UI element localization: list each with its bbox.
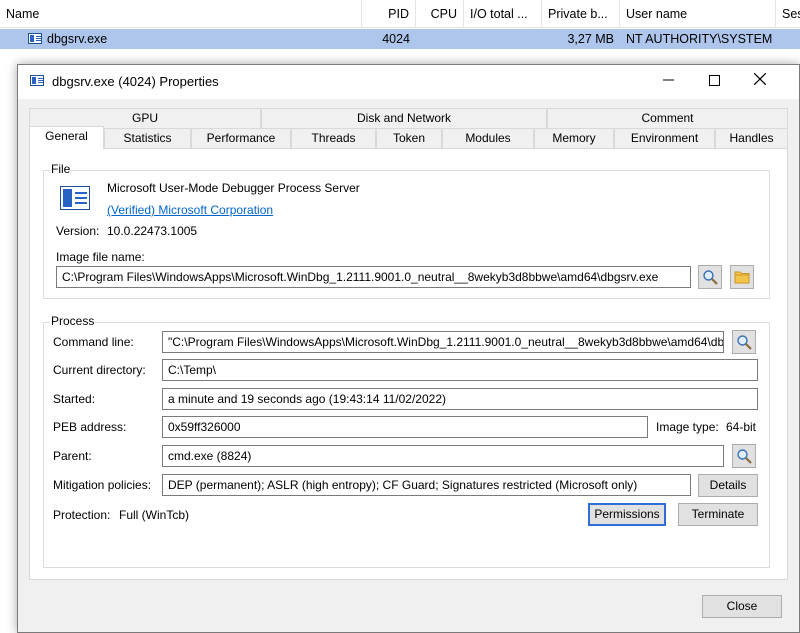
process-user-name: NT AUTHORITY\SYSTEM bbox=[626, 32, 773, 46]
version-label: Version: bbox=[56, 224, 100, 238]
search-parent-button[interactable] bbox=[732, 444, 756, 468]
process-name: dbgsrv.exe bbox=[47, 32, 108, 46]
image-type-label: Image type: bbox=[656, 420, 719, 434]
company-link[interactable]: (Verified) Microsoft Corporation bbox=[107, 203, 273, 217]
tab-disk-and-network[interactable]: Disk and Network bbox=[261, 108, 547, 128]
application-icon bbox=[28, 33, 42, 44]
search-image-button[interactable] bbox=[698, 265, 722, 289]
protection-value: Full (WinTcb) bbox=[119, 508, 190, 522]
parent-label: Parent: bbox=[53, 449, 92, 463]
dialog-title: dbgsrv.exe (4024) Properties bbox=[52, 74, 219, 89]
open-folder-button[interactable] bbox=[730, 265, 754, 289]
mitigation-policies-label: Mitigation policies: bbox=[53, 478, 152, 492]
close-button[interactable]: Close bbox=[702, 595, 782, 618]
version-value: 10.0.22473.1005 bbox=[107, 224, 198, 238]
close-icon bbox=[753, 72, 767, 86]
protection-label: Protection: bbox=[53, 508, 111, 522]
search-command-line-button[interactable] bbox=[732, 330, 756, 354]
command-line-field[interactable]: "C:\Program Files\WindowsApps\Microsoft.… bbox=[162, 331, 724, 353]
process-list-header: Name PID CPU I/O total ... Private b... … bbox=[0, 0, 800, 28]
maximize-button[interactable] bbox=[691, 65, 737, 99]
started-label: Started: bbox=[53, 392, 96, 406]
tab-performance[interactable]: Performance bbox=[191, 128, 291, 148]
column-header-cpu[interactable]: CPU bbox=[416, 0, 464, 28]
tab-memory[interactable]: Memory bbox=[534, 128, 614, 148]
column-header-pid[interactable]: PID bbox=[362, 0, 416, 28]
properties-dialog: dbgsrv.exe (4024) Properties GPU Disk an… bbox=[17, 64, 800, 633]
tab-token[interactable]: Token bbox=[376, 128, 442, 148]
minimize-icon bbox=[662, 79, 674, 81]
folder-icon bbox=[734, 271, 750, 284]
peb-address-field[interactable]: 0x59ff326000 bbox=[162, 416, 648, 438]
image-file-name-field[interactable]: C:\Program Files\WindowsApps\Microsoft.W… bbox=[56, 266, 691, 288]
file-group-label: File bbox=[50, 162, 72, 176]
tabs-row-1: GPU Disk and Network Comment bbox=[29, 108, 788, 128]
magnifier-icon bbox=[737, 449, 752, 464]
tab-gpu[interactable]: GPU bbox=[29, 108, 261, 128]
tab-threads[interactable]: Threads bbox=[291, 128, 376, 148]
current-directory-label: Current directory: bbox=[53, 363, 146, 377]
magnifier-icon bbox=[737, 335, 752, 350]
process-group-label: Process bbox=[50, 314, 96, 328]
application-icon bbox=[30, 75, 44, 86]
dialog-titlebar[interactable]: dbgsrv.exe (4024) Properties bbox=[18, 65, 799, 99]
details-button[interactable]: Details bbox=[698, 474, 758, 497]
current-directory-field[interactable]: C:\Temp\ bbox=[162, 359, 758, 381]
tab-modules[interactable]: Modules bbox=[442, 128, 534, 148]
image-file-name-label: Image file name: bbox=[56, 250, 145, 264]
image-type-value: 64-bit bbox=[726, 420, 757, 434]
process-row-selected[interactable]: dbgsrv.exe 4024 3,27 MB NT AUTHORITY\SYS… bbox=[0, 29, 800, 49]
tabs-row-2: General Statistics Performance Threads T… bbox=[29, 126, 788, 149]
terminate-button[interactable]: Terminate bbox=[678, 503, 758, 526]
minimize-button[interactable] bbox=[645, 65, 691, 99]
maximize-icon bbox=[708, 75, 720, 87]
parent-field[interactable]: cmd.exe (8824) bbox=[162, 445, 724, 467]
column-header-private-bytes[interactable]: Private b... bbox=[542, 0, 620, 28]
tab-environment[interactable]: Environment bbox=[614, 128, 715, 148]
mitigation-policies-field[interactable]: DEP (permanent); ASLR (high entropy); CF… bbox=[162, 474, 691, 496]
process-pid: 4024 bbox=[382, 32, 410, 46]
column-header-name[interactable]: Name bbox=[0, 0, 362, 28]
process-private-bytes: 3,27 MB bbox=[567, 32, 614, 46]
executable-icon bbox=[60, 186, 90, 210]
peb-address-label: PEB address: bbox=[53, 420, 127, 434]
tab-handles[interactable]: Handles bbox=[715, 128, 788, 148]
column-header-io-total[interactable]: I/O total ... bbox=[464, 0, 542, 28]
command-line-label: Command line: bbox=[53, 335, 134, 349]
close-window-button[interactable] bbox=[737, 65, 783, 99]
tab-statistics[interactable]: Statistics bbox=[104, 128, 191, 148]
magnifier-icon bbox=[703, 270, 718, 285]
file-description: Microsoft User-Mode Debugger Process Ser… bbox=[107, 181, 360, 195]
tab-general[interactable]: General bbox=[29, 126, 104, 149]
tab-comment[interactable]: Comment bbox=[547, 108, 788, 128]
started-field[interactable]: a minute and 19 seconds ago (19:43:14 11… bbox=[162, 388, 758, 410]
permissions-button[interactable]: Permissions bbox=[588, 503, 666, 526]
column-header-session[interactable]: Ses bbox=[776, 0, 800, 28]
column-header-user-name[interactable]: User name bbox=[620, 0, 776, 28]
